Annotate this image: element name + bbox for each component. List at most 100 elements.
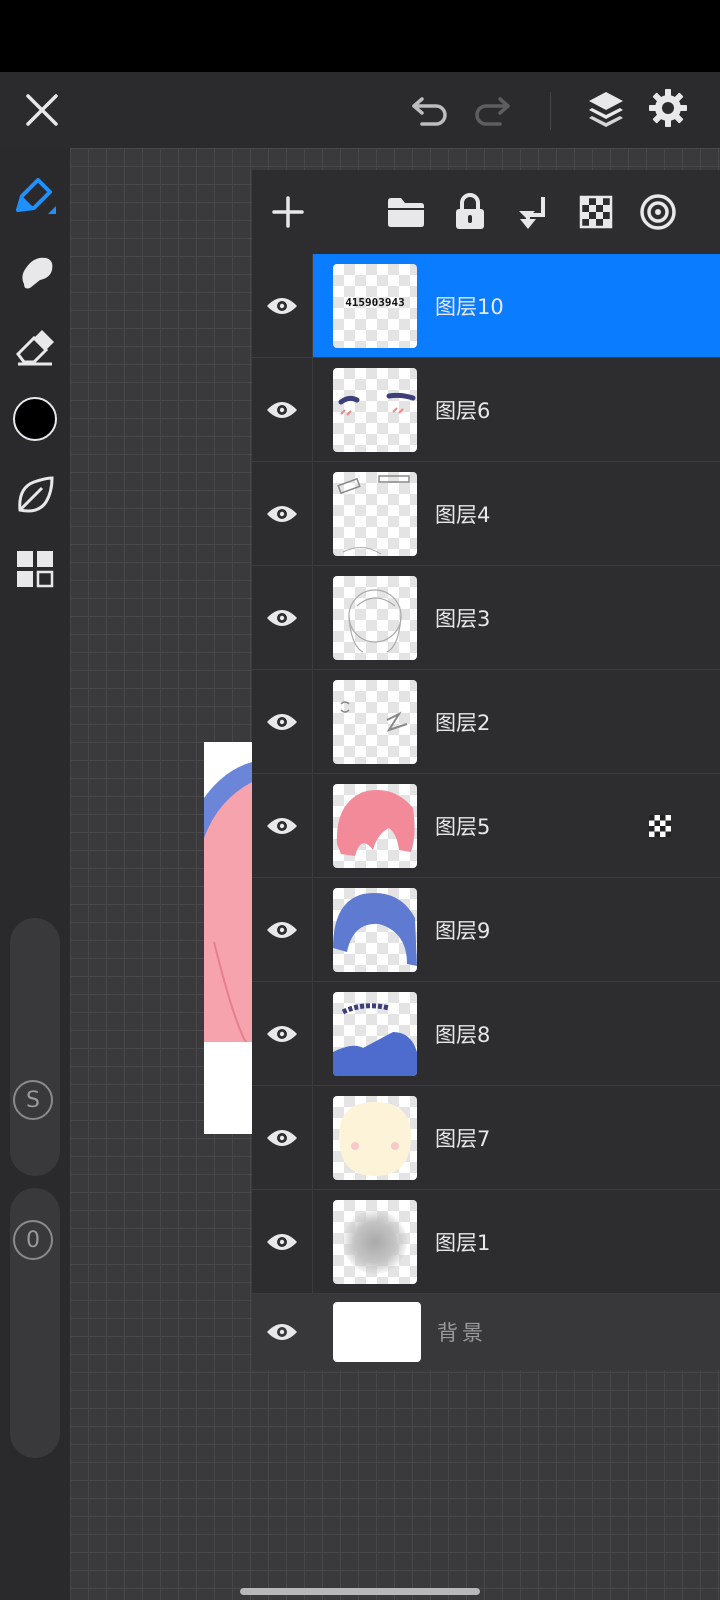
add-layer-button[interactable] bbox=[262, 186, 314, 238]
layer-name: 图层8 bbox=[435, 1022, 491, 1047]
checker-icon bbox=[579, 195, 613, 229]
eye-icon bbox=[267, 817, 297, 834]
layer-row[interactable]: 图层7 bbox=[252, 1086, 720, 1190]
brush-size-slider[interactable]: S bbox=[10, 918, 60, 1176]
status-bar bbox=[0, 0, 720, 72]
eraser-icon bbox=[16, 330, 54, 366]
visibility-toggle[interactable] bbox=[252, 670, 313, 773]
color-swatch bbox=[13, 397, 57, 441]
eye-icon bbox=[267, 921, 297, 938]
thumbnail-text: 415903943 bbox=[345, 296, 405, 309]
plus-icon bbox=[272, 196, 304, 228]
material-tool[interactable] bbox=[10, 544, 60, 594]
visibility-toggle[interactable] bbox=[252, 774, 313, 877]
artwork-preview bbox=[204, 742, 252, 1134]
merge-down-button[interactable] bbox=[508, 186, 560, 238]
color-picker[interactable] bbox=[10, 394, 60, 444]
left-toolbar: S 0 bbox=[0, 148, 70, 1600]
layer-name: 图层6 bbox=[435, 398, 491, 423]
layer-thumbnail bbox=[333, 1200, 417, 1284]
alpha-lock-icon bbox=[649, 815, 671, 837]
visibility-toggle[interactable] bbox=[252, 1190, 313, 1293]
visibility-toggle[interactable] bbox=[252, 358, 313, 461]
eye-icon bbox=[267, 1129, 297, 1146]
merge-down-icon bbox=[519, 197, 545, 229]
background-layer-name: 背景 bbox=[437, 1321, 487, 1345]
layer-name: 图层10 bbox=[435, 294, 504, 319]
blend-mode-button[interactable] bbox=[632, 186, 684, 238]
visibility-toggle[interactable] bbox=[252, 878, 313, 981]
brush-size-knob[interactable]: S bbox=[13, 1080, 53, 1120]
layers-panel: 415903943 图层10 图层6 图层4 图层3 图层2 图层5 图层9 图… bbox=[252, 170, 720, 1370]
undo-button[interactable] bbox=[402, 82, 458, 138]
undo-icon bbox=[412, 97, 447, 126]
layer-thumbnail bbox=[333, 680, 417, 764]
layers-toolbar bbox=[252, 170, 720, 254]
transparency-lock-button[interactable] bbox=[570, 186, 622, 238]
pen-tool[interactable] bbox=[10, 170, 60, 220]
eye-icon bbox=[267, 401, 297, 418]
layer-name: 图层1 bbox=[435, 1230, 491, 1255]
lock-layer-button[interactable] bbox=[444, 186, 496, 238]
folder-icon bbox=[388, 198, 424, 227]
layer-row[interactable]: 图层4 bbox=[252, 462, 720, 566]
layer-thumbnail bbox=[333, 1096, 417, 1180]
layer-name: 图层9 bbox=[435, 918, 491, 943]
eye-icon bbox=[267, 713, 297, 730]
visibility-toggle[interactable] bbox=[252, 982, 313, 1085]
layer-thumbnail bbox=[333, 576, 417, 660]
brush-opacity-knob[interactable]: 0 bbox=[13, 1220, 53, 1260]
visibility-toggle[interactable] bbox=[252, 1294, 312, 1370]
eye-icon bbox=[267, 1025, 297, 1042]
close-button[interactable] bbox=[14, 82, 70, 138]
smudge-icon bbox=[22, 257, 53, 289]
leaf-tool[interactable] bbox=[10, 470, 60, 520]
add-folder-button[interactable] bbox=[380, 186, 432, 238]
top-bar bbox=[0, 72, 720, 148]
eye-icon bbox=[267, 297, 297, 314]
layer-name: 图层4 bbox=[435, 502, 491, 527]
visibility-toggle[interactable] bbox=[252, 1086, 313, 1189]
background-thumbnail bbox=[333, 1302, 421, 1362]
visibility-toggle[interactable] bbox=[252, 566, 313, 669]
eraser-tool[interactable] bbox=[10, 322, 60, 372]
visibility-toggle[interactable] bbox=[252, 254, 313, 357]
blend-icon bbox=[640, 194, 676, 230]
smudge-tool[interactable] bbox=[10, 246, 60, 296]
eye-icon bbox=[267, 609, 297, 626]
settings-button[interactable] bbox=[640, 80, 696, 136]
layer-row[interactable]: 图层8 bbox=[252, 982, 720, 1086]
toolbar-separator bbox=[550, 92, 551, 130]
lock-icon bbox=[456, 193, 484, 229]
layer-thumbnail: 415903943 bbox=[333, 264, 417, 348]
layer-thumbnail bbox=[333, 784, 417, 868]
visibility-toggle[interactable] bbox=[252, 462, 313, 565]
layer-thumbnail bbox=[333, 992, 417, 1076]
brush-opacity-slider[interactable]: 0 bbox=[10, 1188, 60, 1458]
layer-row[interactable]: 图层6 bbox=[252, 358, 720, 462]
layer-row[interactable]: 415903943 图层10 bbox=[252, 254, 720, 358]
layer-thumbnail bbox=[333, 472, 417, 556]
layer-row[interactable]: 图层2 bbox=[252, 670, 720, 774]
layers-button[interactable] bbox=[578, 80, 634, 136]
background-layer-row[interactable]: 背景 bbox=[252, 1294, 720, 1370]
layer-thumbnail bbox=[333, 888, 417, 972]
gear-icon bbox=[649, 89, 687, 127]
layer-row[interactable]: 图层3 bbox=[252, 566, 720, 670]
eye-icon bbox=[267, 505, 297, 522]
layer-thumbnail bbox=[333, 368, 417, 452]
layer-row[interactable]: 图层1 bbox=[252, 1190, 720, 1294]
eye-icon bbox=[267, 1233, 297, 1250]
home-indicator[interactable] bbox=[240, 1588, 480, 1595]
layer-name: 图层3 bbox=[435, 606, 491, 631]
layer-row[interactable]: 图层5 bbox=[252, 774, 720, 878]
layer-name: 图层2 bbox=[435, 710, 491, 735]
layer-row[interactable]: 图层9 bbox=[252, 878, 720, 982]
redo-button[interactable] bbox=[464, 82, 520, 138]
leaf-icon bbox=[18, 476, 54, 513]
close-icon bbox=[26, 94, 58, 126]
layer-name: 图层7 bbox=[435, 1126, 491, 1151]
layer-name: 图层5 bbox=[435, 814, 491, 839]
eye-icon bbox=[267, 1324, 297, 1340]
redo-icon bbox=[475, 97, 510, 126]
